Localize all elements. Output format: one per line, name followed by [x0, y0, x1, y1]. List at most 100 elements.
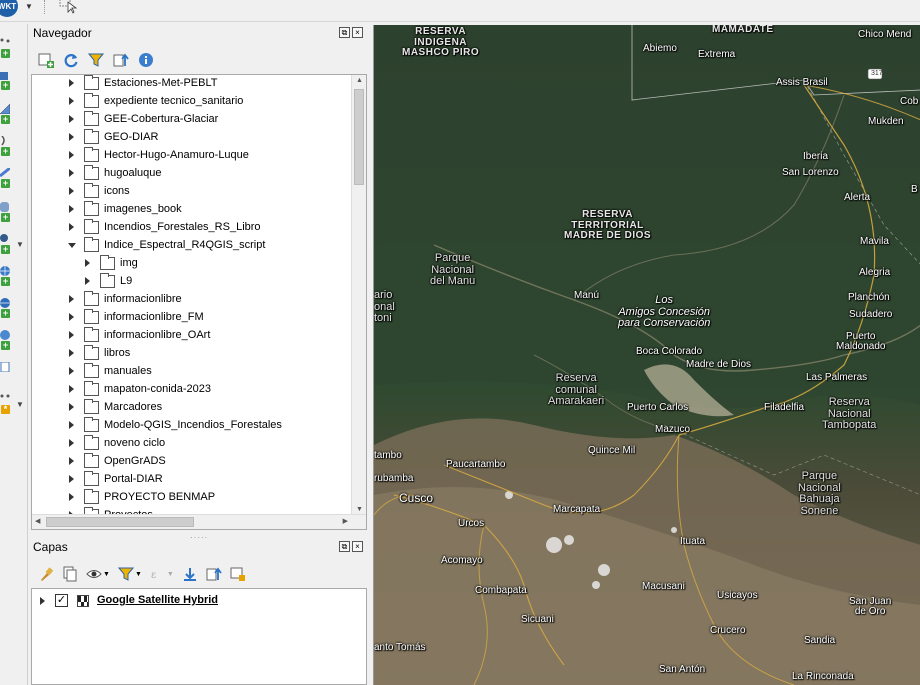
add-group-icon[interactable]: [62, 566, 78, 582]
tree-item[interactable]: mapaton-conida-2023: [32, 381, 352, 399]
tree-item[interactable]: OpenGrADS: [32, 453, 352, 471]
tree-item[interactable]: libros: [32, 345, 352, 363]
chevron-down-icon[interactable]: ▼: [103, 571, 110, 578]
tree-item[interactable]: Portal-DIAR: [32, 471, 352, 489]
expand-arrow-icon[interactable]: [69, 475, 74, 483]
browser-tree[interactable]: Estaciones-Met-PEBLT expediente tecnico_…: [31, 74, 367, 530]
scroll-down-icon[interactable]: ▼: [356, 506, 363, 513]
expand-arrow-icon[interactable]: [69, 439, 74, 447]
expand-arrow-icon[interactable]: [69, 223, 74, 231]
layer-visibility-checkbox[interactable]: ✓: [55, 594, 68, 607]
add-wms-layer-button[interactable]: +: [0, 266, 14, 286]
add-layer-button[interactable]: +: [0, 38, 14, 58]
close-panel-button[interactable]: ×: [352, 541, 363, 552]
scroll-left-icon[interactable]: ◀: [35, 517, 40, 525]
vertical-scrollbar[interactable]: ▲ ▼: [351, 75, 366, 515]
expand-arrow-icon[interactable]: [69, 187, 74, 195]
quickwkt-plugin-button[interactable]: WKT: [0, 0, 18, 17]
expand-arrow-icon[interactable]: [69, 133, 74, 141]
tree-item[interactable]: informacionlibre_OArt: [32, 327, 352, 345]
style-brush-icon[interactable]: [38, 566, 54, 582]
tree-item[interactable]: Estaciones-Met-PEBLT: [32, 75, 352, 93]
new-temporary-layer-button[interactable]: [0, 362, 14, 382]
expand-arrow-icon[interactable]: [69, 385, 74, 393]
layer-item[interactable]: ✓ Google Satellite Hybrid: [32, 593, 352, 611]
tree-item[interactable]: expediente tecnico_sanitario: [32, 93, 352, 111]
tree-item[interactable]: manuales: [32, 363, 352, 381]
tree-item[interactable]: Marcadores: [32, 399, 352, 417]
expand-arrow-icon[interactable]: [85, 277, 90, 285]
add-geopackage-button[interactable]: +: [0, 168, 14, 188]
expand-arrow-icon[interactable]: [69, 457, 74, 465]
add-mesh-layer-button[interactable]: +: [0, 104, 14, 124]
info-icon[interactable]: [138, 52, 154, 68]
select-features-icon[interactable]: [58, 0, 80, 16]
add-selected-layers-icon[interactable]: [38, 52, 54, 68]
tree-item[interactable]: PROYECTO BENMAP: [32, 489, 352, 507]
tree-item[interactable]: Incendios_Forestales_RS_Libro: [32, 219, 352, 237]
collapse-all-icon[interactable]: [206, 566, 222, 582]
filter-icon[interactable]: [88, 52, 104, 68]
tree-item[interactable]: L9: [32, 273, 352, 291]
expand-arrow-icon[interactable]: [69, 205, 74, 213]
expand-arrow-icon[interactable]: [69, 403, 74, 411]
tree-item[interactable]: noveno ciclo: [32, 435, 352, 453]
float-panel-button[interactable]: ⧉: [339, 27, 350, 38]
add-wcs-layer-button[interactable]: +: [0, 330, 14, 350]
remove-layer-icon[interactable]: [230, 566, 246, 582]
tree-item[interactable]: img: [32, 255, 352, 273]
add-raster-layer-button[interactable]: +: [0, 70, 14, 90]
tree-item-label: expediente tecnico_sanitario: [104, 95, 244, 107]
chevron-down-icon[interactable]: ▼: [16, 400, 24, 409]
expand-arrow-icon[interactable]: [69, 313, 74, 321]
tree-item[interactable]: GEE-Cobertura-Glaciar: [32, 111, 352, 129]
tree-item[interactable]: informacionlibre: [32, 291, 352, 309]
close-panel-button[interactable]: ×: [352, 27, 363, 38]
tree-item[interactable]: Indice_Espectral_R4QGIS_script: [32, 237, 352, 255]
scroll-right-icon[interactable]: ▶: [343, 517, 348, 525]
expand-arrow-icon[interactable]: [85, 259, 90, 267]
float-panel-button[interactable]: ⧉: [339, 541, 350, 552]
new-shapefile-button[interactable]: *: [0, 394, 14, 414]
add-wfs-layer-button[interactable]: +: [0, 298, 14, 318]
horizontal-scrollbar[interactable]: ◀ ▶: [32, 514, 366, 529]
expand-arrow-icon[interactable]: [69, 115, 74, 123]
expand-arrow-icon[interactable]: [69, 331, 74, 339]
tree-item[interactable]: Hector-Hugo-Anamuro-Luque: [32, 147, 352, 165]
collapse-all-icon[interactable]: [113, 52, 129, 68]
chevron-down-icon[interactable]: ▼: [16, 240, 24, 249]
expand-all-icon[interactable]: [182, 566, 198, 582]
scroll-up-icon[interactable]: ▲: [356, 77, 363, 84]
tree-item[interactable]: Modelo-QGIS_Incendios_Forestales: [32, 417, 352, 435]
add-delimited-text-button[interactable]: +: [0, 136, 14, 156]
expand-arrow-icon[interactable]: [69, 79, 74, 87]
expand-arrow-icon[interactable]: [69, 151, 74, 159]
eye-icon[interactable]: [86, 566, 102, 582]
expand-arrow-icon[interactable]: [69, 421, 74, 429]
layers-tree[interactable]: ✓ Google Satellite Hybrid: [31, 588, 367, 685]
chevron-down-icon[interactable]: ▼: [135, 571, 142, 578]
map-label-boca-colorado: Boca Colorado: [636, 346, 703, 357]
scrollbar-thumb[interactable]: [354, 89, 364, 185]
add-spatialite-button[interactable]: +: [0, 202, 14, 222]
scrollbar-thumb[interactable]: [46, 517, 194, 527]
map-canvas[interactable]: RESERVA INDIGENA MASHCO PIRO MAMADATE Chic…: [373, 25, 920, 685]
expand-arrow-icon[interactable]: [69, 493, 74, 501]
expand-arrow-icon[interactable]: [69, 367, 74, 375]
expand-arrow-icon[interactable]: [69, 295, 74, 303]
open-folder-icon: [84, 237, 99, 252]
expand-arrow-icon[interactable]: [69, 169, 74, 177]
collapse-arrow-icon[interactable]: [68, 243, 76, 248]
refresh-icon[interactable]: [63, 52, 79, 68]
tree-item[interactable]: GEO-DIAR: [32, 129, 352, 147]
tree-item[interactable]: icons: [32, 183, 352, 201]
expand-arrow-icon[interactable]: [69, 349, 74, 357]
tree-item[interactable]: hugoaluque: [32, 165, 352, 183]
expand-arrow-icon[interactable]: [40, 597, 45, 605]
expand-arrow-icon[interactable]: [69, 97, 74, 105]
filter-legend-icon[interactable]: [117, 566, 134, 582]
add-postgis-button[interactable]: +: [0, 234, 14, 254]
tree-item[interactable]: informacionlibre_FM: [32, 309, 352, 327]
chevron-down-icon[interactable]: ▼: [25, 2, 33, 11]
tree-item[interactable]: imagenes_book: [32, 201, 352, 219]
